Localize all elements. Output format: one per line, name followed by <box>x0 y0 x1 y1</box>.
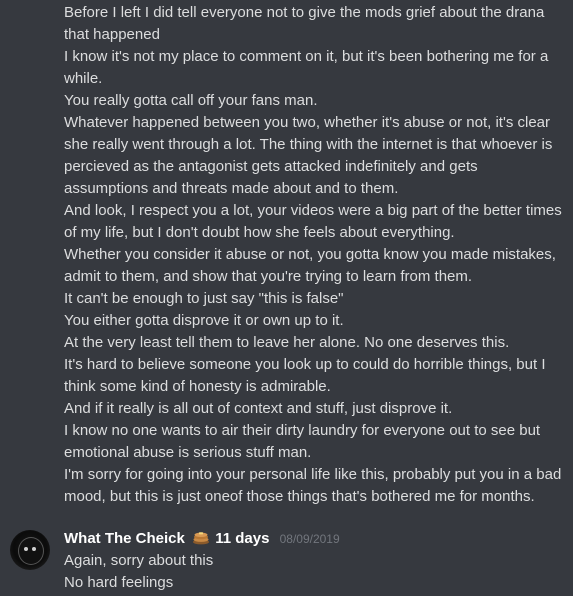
previous-message-content: Before I left I did tell everyone not to… <box>64 2 564 508</box>
message-line: No hard feelings <box>64 574 174 591</box>
message-line: Before I left I did tell everyone not to… <box>64 4 545 43</box>
status-text: 11 days <box>215 530 270 547</box>
message-line: You either gotta disprove it or own up t… <box>64 312 344 329</box>
avatar-eye-icon <box>32 547 36 551</box>
message-line: It can't be enough to just say "this is … <box>64 290 344 307</box>
reply-message-content: Again, sorry about this No hard feelings <box>64 550 213 594</box>
message-line: Whatever happened between you two, wheth… <box>64 114 553 197</box>
message-line: I'm sorry for going into your personal l… <box>64 466 562 505</box>
username[interactable]: What The Cheick <box>64 530 185 547</box>
pancake-emoji-icon <box>192 530 210 545</box>
message-line: At the very least tell them to leave her… <box>64 334 510 351</box>
chat-message-list: Before I left I did tell everyone not to… <box>0 0 573 596</box>
message-line: And look, I respect you a lot, your vide… <box>64 202 562 241</box>
message-line: You really gotta call off your fans man. <box>64 92 318 109</box>
message-header: What The Cheick 11 days 08/09/2019 <box>64 528 340 550</box>
avatar[interactable] <box>10 530 50 570</box>
message-line: I know no one wants to air their dirty l… <box>64 422 541 461</box>
message-line: Whether you consider it abuse or not, yo… <box>64 246 556 285</box>
message-line: I know it's not my place to comment on i… <box>64 48 549 87</box>
avatar-face <box>18 537 44 565</box>
message-line: It's hard to believe someone you look up… <box>64 356 546 395</box>
message-line: And if it really is all out of context a… <box>64 400 453 417</box>
message-line: Again, sorry about this <box>64 552 214 569</box>
avatar-eye-icon <box>24 547 28 551</box>
message-timestamp[interactable]: 08/09/2019 <box>280 532 340 546</box>
